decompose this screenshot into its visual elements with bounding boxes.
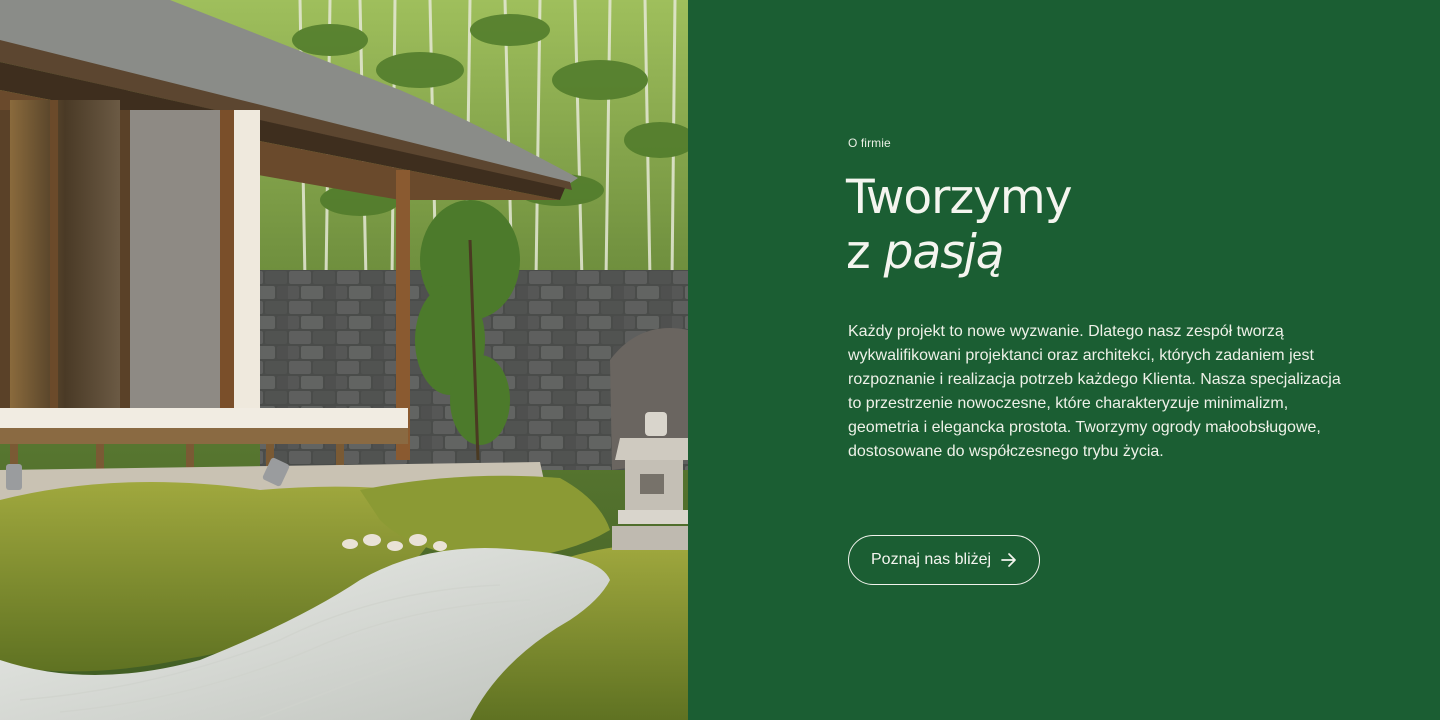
- about-section: O firmie Tworzymy z pasją Każdy projekt …: [0, 0, 1440, 720]
- learn-more-label: Poznaj nas bliżej: [871, 551, 992, 568]
- about-description: Każdy projekt to nowe wyzwanie. Dlatego …: [848, 323, 1341, 460]
- arrow-right-icon: [1001, 553, 1016, 567]
- heading-accent: pasją: [883, 225, 1005, 280]
- heading-line-2: z pasją: [846, 225, 1072, 280]
- section-heading: Tworzymy z pasją: [846, 170, 1073, 280]
- learn-more-button[interactable]: Poznaj nas bliżej: [848, 535, 1041, 585]
- heading-line-2-prefix: z: [846, 225, 871, 280]
- about-panel: O firmie Tworzymy z pasją Każdy projekt …: [688, 0, 1440, 720]
- heading-line-1: Tworzymy: [846, 170, 1073, 225]
- japanese-garden-photo: [0, 0, 688, 720]
- garden-illustration: [0, 0, 688, 720]
- section-eyebrow: O firmie: [848, 136, 891, 150]
